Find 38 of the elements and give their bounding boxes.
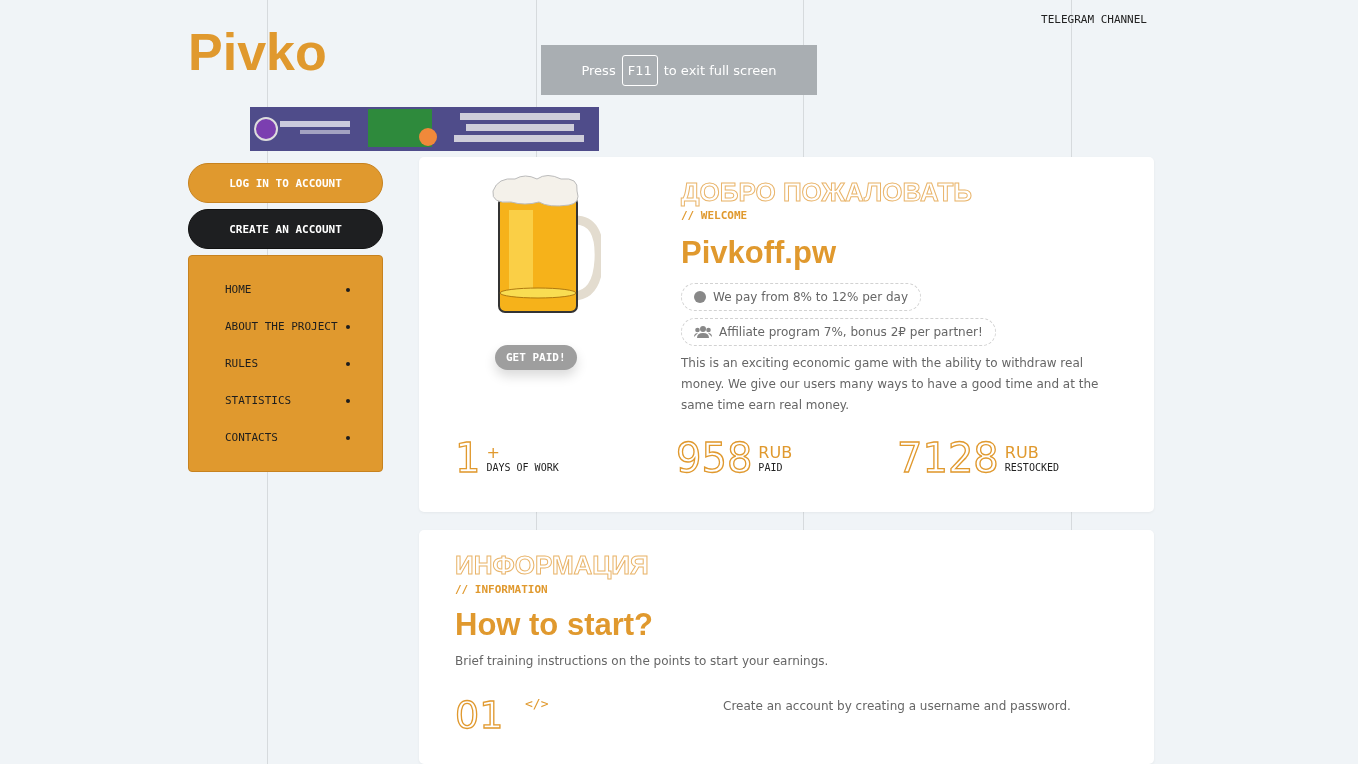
- menu-item[interactable]: STATISTICS: [225, 389, 350, 412]
- key-cap: F11: [621, 54, 658, 86]
- menu-item[interactable]: RULES: [225, 352, 350, 375]
- section-title: How to start?: [455, 605, 655, 643]
- telegram-link[interactable]: TELEGRAM CHANNEL: [1041, 13, 1147, 26]
- ghost-title: ДОБРО ПОЖАЛОВАТЬ: [681, 179, 973, 207]
- menu-item[interactable]: ABOUT THE PROJECT: [225, 315, 350, 338]
- ghost-title: ИНФОРМАЦИЯ: [455, 552, 649, 580]
- stat-value: 7128: [897, 438, 999, 479]
- step-text: Create an account by creating a username and password.: [723, 697, 1071, 715]
- code-icon: </>: [525, 695, 723, 711]
- dot-icon: [346, 287, 350, 292]
- stat-value: 958: [676, 438, 753, 479]
- dot-icon: [346, 324, 350, 329]
- dot-icon: [346, 398, 350, 403]
- stat-unit: RUB: [758, 443, 793, 463]
- step-number: 01: [455, 695, 505, 734]
- stat-unit: RUB: [1004, 443, 1040, 463]
- dot-icon: [346, 361, 350, 366]
- notice-text: Press: [581, 62, 616, 78]
- stat-label: DAYS OF WORK: [486, 462, 559, 474]
- dot-icon: [346, 435, 350, 440]
- section-eyebrow: // WELCOME: [681, 209, 749, 223]
- stat-label: RESTOCKED: [1004, 462, 1059, 474]
- description: This is an exciting economic game with the ability to withdraw real money. We give our users many ways to have a good time and at the same time earn real money.: [681, 355, 1100, 415]
- menu-item[interactable]: HOME: [225, 278, 350, 301]
- section-eyebrow: // INFORMATION: [455, 582, 549, 596]
- dot-icon: [694, 291, 706, 304]
- get-paid-badge: GET PAID!: [495, 345, 577, 370]
- stat-value: 1: [455, 438, 481, 479]
- users-icon: [694, 326, 712, 339]
- create-account-button[interactable]: CREATE AN ACCOUNT: [188, 209, 383, 249]
- section-subtitle: Brief training instructions on the points to start your earnings.: [455, 652, 830, 670]
- notice-text: to exit full screen: [663, 62, 777, 78]
- stat-unit: +: [486, 443, 501, 463]
- menu-item[interactable]: CONTACTS: [225, 426, 350, 449]
- stat-label: PAID: [758, 462, 784, 474]
- site-title: Pivkoff.pw: [681, 234, 837, 272]
